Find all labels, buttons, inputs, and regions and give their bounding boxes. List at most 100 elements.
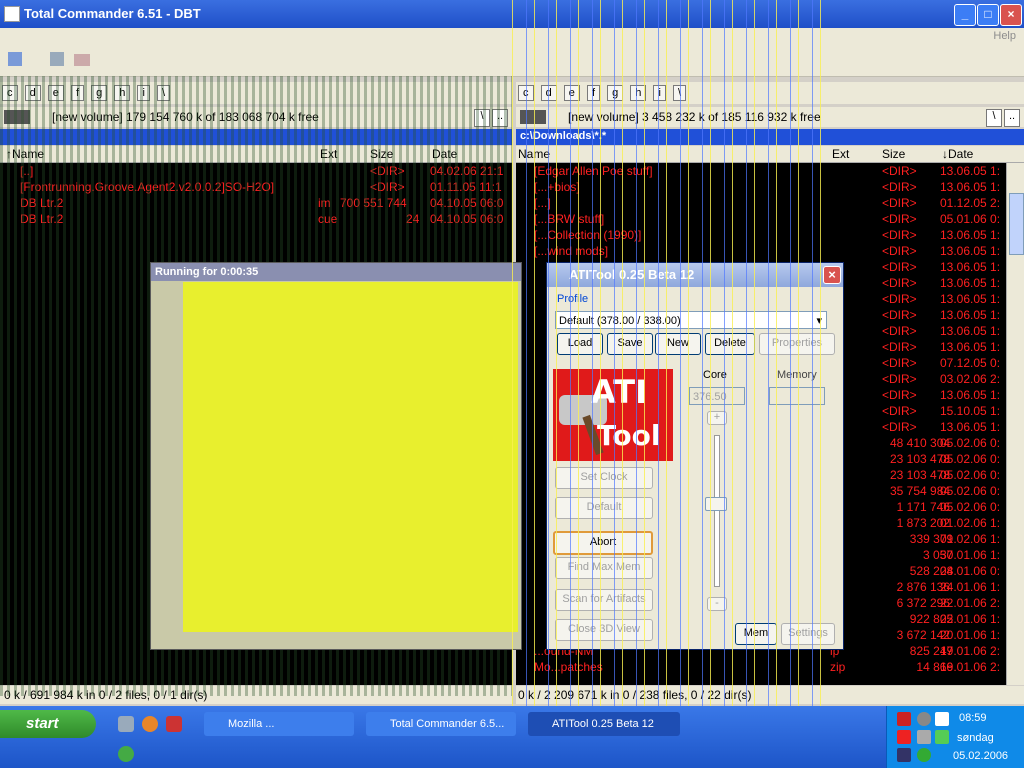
table-row[interactable]: [...BRW stuff] <DIR> 05.01.06 0:	[516, 211, 1006, 227]
atitool-dialog: ATITool 0.25 Beta 12 × Profile Default (…	[546, 262, 844, 650]
left-drive-f[interactable]: f	[70, 85, 84, 101]
task-atitool[interactable]: ATITool 0.25 Beta 12	[528, 712, 680, 736]
table-row[interactable]: Mo...patches zip 14 866 19.01.06 2:	[516, 659, 1006, 675]
maximize-button[interactable]: □	[977, 4, 999, 26]
right-drive-f[interactable]: f	[586, 85, 600, 101]
scrollbar-thumb[interactable]	[1009, 193, 1024, 255]
right-drive-h[interactable]: h	[630, 85, 647, 101]
left-drive-h[interactable]: h	[114, 85, 131, 101]
profile-select[interactable]: Default (378.00 / 338.00) ▾	[555, 311, 827, 329]
left-drive-i[interactable]: i	[137, 85, 150, 101]
default-button[interactable]: Default	[555, 497, 653, 519]
folder-icon[interactable]	[74, 54, 90, 66]
file-date: 05.01.06 0:	[940, 212, 1001, 226]
file-size: <DIR>	[882, 404, 917, 418]
left-col-size[interactable]: Size	[370, 147, 393, 161]
right-drive-e[interactable]: e	[563, 85, 580, 101]
tool-icon[interactable]	[50, 52, 64, 66]
ati-tray-icon-2[interactable]	[897, 730, 911, 744]
right-root-button[interactable]: \	[986, 109, 1002, 127]
right-drive-c[interactable]: c	[518, 85, 534, 101]
core-slider-track[interactable]	[714, 435, 720, 587]
save-button[interactable]: Save	[607, 333, 653, 355]
show-desktop-icon[interactable]	[118, 716, 134, 732]
properties-button[interactable]: Properties	[759, 333, 835, 355]
right-drive-i[interactable]: i	[653, 85, 666, 101]
core-label: Core	[703, 369, 727, 381]
start-button[interactable]: start	[0, 710, 96, 738]
file-name: DB Ltr.2	[20, 196, 64, 210]
right-status-text: 0 k / 2 209 671 k in 0 / 238 files, 0 / …	[518, 688, 752, 702]
update-tray-icon[interactable]	[917, 748, 931, 762]
left-drive-d[interactable]: d	[24, 85, 41, 101]
table-row[interactable]: [...] <DIR> 01.12.05 2:	[516, 195, 1006, 211]
delete-button[interactable]: Delete	[705, 333, 755, 355]
file-date: 13.06.05 1:	[940, 324, 1001, 338]
settings-tray-icon[interactable]	[917, 712, 931, 726]
left-root-button[interactable]: \	[474, 109, 490, 127]
left-drive-c[interactable]: c	[2, 85, 18, 101]
right-drive-g[interactable]: g	[607, 85, 624, 101]
device-tray-icon[interactable]	[897, 748, 911, 762]
set-clock-button[interactable]: Set Clock	[555, 467, 653, 489]
right-col-size[interactable]: Size	[882, 147, 905, 161]
clock-time[interactable]: 08:59	[959, 712, 987, 724]
settings-button[interactable]: Settings	[781, 623, 835, 645]
file-date: 22.01.06 2:	[940, 596, 1001, 610]
core-minus-button[interactable]: -	[707, 597, 727, 611]
volume-tray-icon[interactable]	[917, 730, 931, 744]
table-row[interactable]: DB Ltr.2 im 700 551 744 04.10.05 06:0	[0, 195, 512, 211]
app-quick-icon[interactable]	[166, 716, 182, 732]
right-drive-select[interactable]	[520, 110, 546, 124]
left-up-button[interactable]: ..	[492, 109, 508, 127]
minimize-button[interactable]: _	[954, 4, 976, 26]
task-mozilla[interactable]: Mozilla ...	[204, 712, 354, 736]
right-col-ext[interactable]: Ext	[832, 147, 849, 161]
left-col-ext[interactable]: Ext	[320, 147, 337, 161]
left-col-date[interactable]: Date	[432, 147, 457, 161]
right-drive-root[interactable]: \	[672, 85, 687, 101]
find-max-mem-button[interactable]: Find Max Mem	[555, 557, 653, 579]
close-button[interactable]: ×	[1000, 4, 1022, 26]
close-3d-view-button[interactable]: Close 3D View	[555, 619, 653, 641]
msn-icon[interactable]	[118, 746, 134, 762]
left-drive-select[interactable]	[4, 110, 30, 124]
atitool-close-button[interactable]: ×	[823, 266, 841, 284]
left-drive-e[interactable]: e	[47, 85, 64, 101]
right-up-button[interactable]: ..	[1004, 109, 1020, 127]
right-col-date[interactable]: ↓Date	[942, 147, 973, 161]
table-row[interactable]: [...wind mods] <DIR> 13.06.05 1:	[516, 243, 1006, 259]
table-row[interactable]: [Frontrunning.Groove.Agent2.v2.0.0.2]SO-…	[0, 179, 512, 195]
table-row[interactable]: [...Collection (1990)] <DIR> 13.06.05 1:	[516, 227, 1006, 243]
ati-tray-icon[interactable]	[897, 712, 911, 726]
new-button[interactable]: New	[655, 333, 701, 355]
right-scrollbar[interactable]	[1006, 163, 1024, 685]
table-row[interactable]: [...+bios] <DIR> 13.06.05 1:	[516, 179, 1006, 195]
scan-artifacts-button[interactable]: Scan for Artifacts	[555, 589, 653, 611]
table-row[interactable]: DB Ltr.2 cue 24 04.10.05 06:0	[0, 211, 512, 227]
security-tray-icon[interactable]	[935, 730, 949, 744]
file-date: 13.06.05 1:	[940, 180, 1001, 194]
menu-help[interactable]: Help	[993, 30, 1016, 42]
table-row[interactable]: [Edgar Allen Poe stuff] <DIR> 13.06.05 1:	[516, 163, 1006, 179]
right-col-name[interactable]: Name	[518, 147, 550, 161]
refresh-icon[interactable]	[8, 52, 22, 66]
mem-button[interactable]: Mem	[735, 623, 777, 645]
abort-button[interactable]: Abort	[553, 531, 653, 555]
right-drive-d[interactable]: d	[540, 85, 557, 101]
network-tray-icon[interactable]	[935, 712, 949, 726]
load-button[interactable]: Load	[557, 333, 603, 355]
memory-clock-field[interactable]	[769, 387, 825, 405]
file-size: <DIR>	[882, 212, 917, 226]
core-slider-thumb[interactable]	[705, 496, 727, 511]
core-clock-field[interactable]: 376.50	[689, 387, 745, 405]
logo-ati-text: ATI	[591, 373, 648, 411]
left-col-name[interactable]: ↑Name	[6, 147, 44, 161]
right-column-header: Name Ext Size ↓Date	[516, 146, 1024, 163]
core-plus-button[interactable]: +	[707, 411, 727, 425]
left-drive-root[interactable]: \	[156, 85, 171, 101]
firefox-icon[interactable]	[142, 716, 158, 732]
task-total-commander[interactable]: Total Commander 6.5...	[366, 712, 516, 736]
left-drive-g[interactable]: g	[91, 85, 108, 101]
table-row[interactable]: [..] <DIR> 04.02.06 21:1	[0, 163, 512, 179]
